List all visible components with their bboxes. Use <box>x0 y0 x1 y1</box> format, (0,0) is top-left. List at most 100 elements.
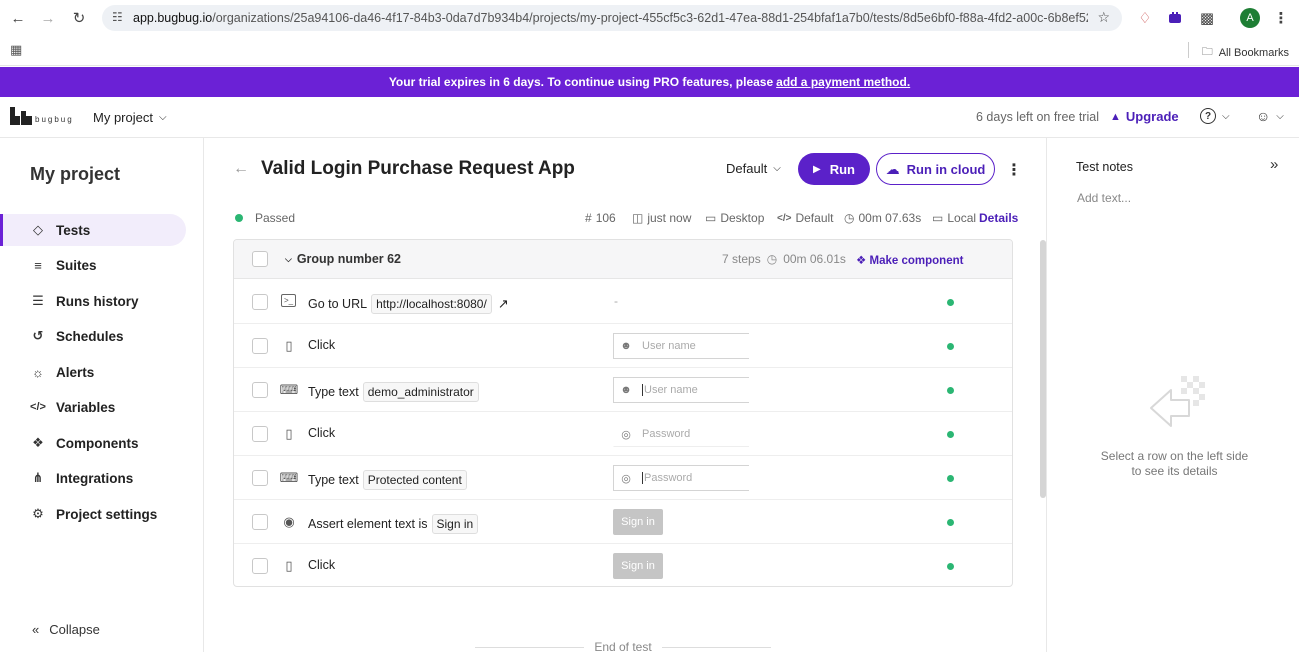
apps-grid-icon[interactable]: ▦ <box>10 42 22 58</box>
all-bookmarks[interactable]: 🗀 All Bookmarks <box>1202 43 1289 62</box>
extensions-puzzle-icon[interactable]: ▩ <box>1197 8 1217 28</box>
project-select-label: My project <box>93 110 153 125</box>
eye-icon: ◎ <box>621 472 631 485</box>
run-profile: </> Default <box>777 211 834 225</box>
help-menu[interactable]: ? ⌵ <box>1200 108 1230 124</box>
list-icon: ☰ <box>32 293 44 308</box>
step-action: Click <box>308 338 336 352</box>
external-link-icon[interactable]: ↗ <box>498 296 509 312</box>
divider <box>475 646 585 648</box>
step-preview: Sign in <box>613 553 663 579</box>
reload-icon[interactable]: ↻ <box>69 8 89 28</box>
sidebar-item-integrations[interactable]: ⋔ Integrations <box>0 462 186 494</box>
components-icon: ❖ <box>32 435 44 450</box>
bugbug-extension-icon[interactable] <box>1165 8 1185 28</box>
logo-text: bugbug <box>35 115 74 124</box>
laptop-icon: ▭ <box>932 211 944 225</box>
star-icon[interactable]: ☆ <box>1097 9 1110 26</box>
step-preview: ☻ User name <box>613 377 749 403</box>
chevron-down-icon: ⌵ <box>1276 110 1284 122</box>
terminal-icon: >_ <box>281 294 296 307</box>
double-chevron-left-icon: « <box>32 622 40 637</box>
sidebar-item-schedules[interactable]: ↺ Schedules <box>0 320 186 352</box>
step-status-dot <box>947 431 954 438</box>
step-status-dot <box>947 387 954 394</box>
step-row[interactable]: ▯ Click ☻ User name <box>234 324 1012 368</box>
sidebar-item-tests[interactable]: ◇ Tests <box>0 214 186 246</box>
step-checkbox[interactable] <box>252 558 268 574</box>
step-value: http://localhost:8080/ <box>371 294 492 314</box>
sidebar: My project ◇ Tests ≡ Suites ☰ Runs histo… <box>0 138 204 652</box>
step-row[interactable]: ⌨ Type text demo_administrator ☻ User na… <box>234 368 1012 412</box>
step-checkbox[interactable] <box>252 338 268 354</box>
make-component-button[interactable]: ❖ Make component <box>856 253 963 267</box>
more-menu-icon[interactable]: ⋮ <box>1006 160 1022 180</box>
bugbug-logo[interactable]: bugbug <box>10 107 74 125</box>
hash-icon: # <box>585 211 592 225</box>
profile-select[interactable]: Default ⌵ <box>726 161 781 176</box>
browser-menu-icon[interactable]: ⋮ <box>1271 8 1291 28</box>
step-status-dot <box>947 475 954 482</box>
step-action: Click <box>308 558 336 572</box>
group-name-label: Group number 62 <box>296 252 402 266</box>
add-payment-link[interactable]: add a payment method. <box>776 75 910 89</box>
sidebar-item-label: Project settings <box>56 506 158 522</box>
sidebar-item-components[interactable]: ❖ Components <box>0 427 186 459</box>
step-row[interactable]: ▯ Click Sign in <box>234 544 1012 586</box>
group-meta: 7 steps ◷ 00m 06.01s <box>722 252 846 266</box>
details-link[interactable]: Details <box>979 211 1018 225</box>
sidebar-item-suites[interactable]: ≡ Suites <box>0 249 186 281</box>
step-preview: ☻ User name <box>613 333 749 359</box>
step-row[interactable]: ⌨ Type text Protected content ◎ Password <box>234 456 1012 500</box>
monitor-icon: ▭ <box>705 211 717 225</box>
step-checkbox[interactable] <box>252 514 268 530</box>
step-row[interactable]: ◉ Assert element text is Sign in Sign in <box>234 500 1012 544</box>
step-checkbox[interactable] <box>252 382 268 398</box>
collapse-button[interactable]: « Collapse <box>32 622 100 637</box>
step-checkbox[interactable] <box>252 294 268 310</box>
alert-icon: ☼ <box>32 364 44 380</box>
step-label: Type text demo_administrator <box>308 382 479 402</box>
group-title[interactable]: ⌵ Group number 62 <box>285 252 401 266</box>
sidebar-item-runs-history[interactable]: ☰ Runs history <box>0 285 186 317</box>
sidebar-item-variables[interactable]: </> Variables <box>0 391 186 423</box>
back-icon[interactable]: ← <box>8 8 28 28</box>
run-duration-value: 00m 07.63s <box>858 211 922 225</box>
step-preview: ◎ Password <box>613 465 749 491</box>
run-button[interactable]: ▶ Run <box>798 153 870 185</box>
step-value: demo_administrator <box>362 382 479 402</box>
group-checkbox[interactable] <box>252 251 268 267</box>
step-label: Click <box>308 558 335 572</box>
url-text[interactable]: app.bugbug.io/organizations/25a94106-da4… <box>133 11 1088 25</box>
notes-title: Test notes <box>1076 160 1133 174</box>
profile-avatar[interactable]: A <box>1240 8 1260 28</box>
step-checkbox[interactable] <box>252 470 268 486</box>
user-menu[interactable]: ☺ ⌵ <box>1256 108 1284 124</box>
step-checkbox[interactable] <box>252 426 268 442</box>
site-info-icon[interactable]: ☷ <box>112 10 123 24</box>
notes-input[interactable]: Add text... <box>1077 191 1131 205</box>
address-bar[interactable]: ☷ app.bugbug.io/organizations/25a94106-d… <box>102 5 1122 31</box>
group-header[interactable]: ⌵ Group number 62 7 steps ◷ 00m 06.01s ❖… <box>234 240 1012 279</box>
upgrade-button[interactable]: ▲ Upgrade <box>1110 109 1179 124</box>
eye-check-icon: ◉ <box>283 514 295 529</box>
notes-empty-line: Select a row on the left side <box>1100 449 1249 463</box>
collapse-label: Collapse <box>49 622 100 637</box>
extension-icon[interactable]: ♢ <box>1135 8 1155 28</box>
run-device-value: Desktop <box>720 211 765 225</box>
forward-icon[interactable]: → <box>38 8 58 28</box>
integrations-icon: ⋔ <box>32 470 44 485</box>
sidebar-item-project-settings[interactable]: ⚙ Project settings <box>0 498 186 530</box>
step-row[interactable]: >_ Go to URL http://localhost:8080/ ↗ - <box>234 280 1012 324</box>
run-in-cloud-button[interactable]: ☁ Run in cloud <box>876 153 995 185</box>
sidebar-item-label: Alerts <box>56 364 95 380</box>
double-chevron-right-icon[interactable]: » <box>1270 156 1278 173</box>
sidebar-item-alerts[interactable]: ☼ Alerts <box>0 356 186 388</box>
step-value: Protected content <box>362 470 467 490</box>
step-row[interactable]: ▯ Click ◎ Password <box>234 412 1012 456</box>
project-select[interactable]: My project ⌵ <box>93 110 167 125</box>
back-arrow-icon[interactable]: ← <box>233 160 249 178</box>
make-component-label: Make component <box>869 255 964 267</box>
cloud-upload-icon: ☁ <box>885 160 900 177</box>
step-preview: - <box>614 294 618 308</box>
